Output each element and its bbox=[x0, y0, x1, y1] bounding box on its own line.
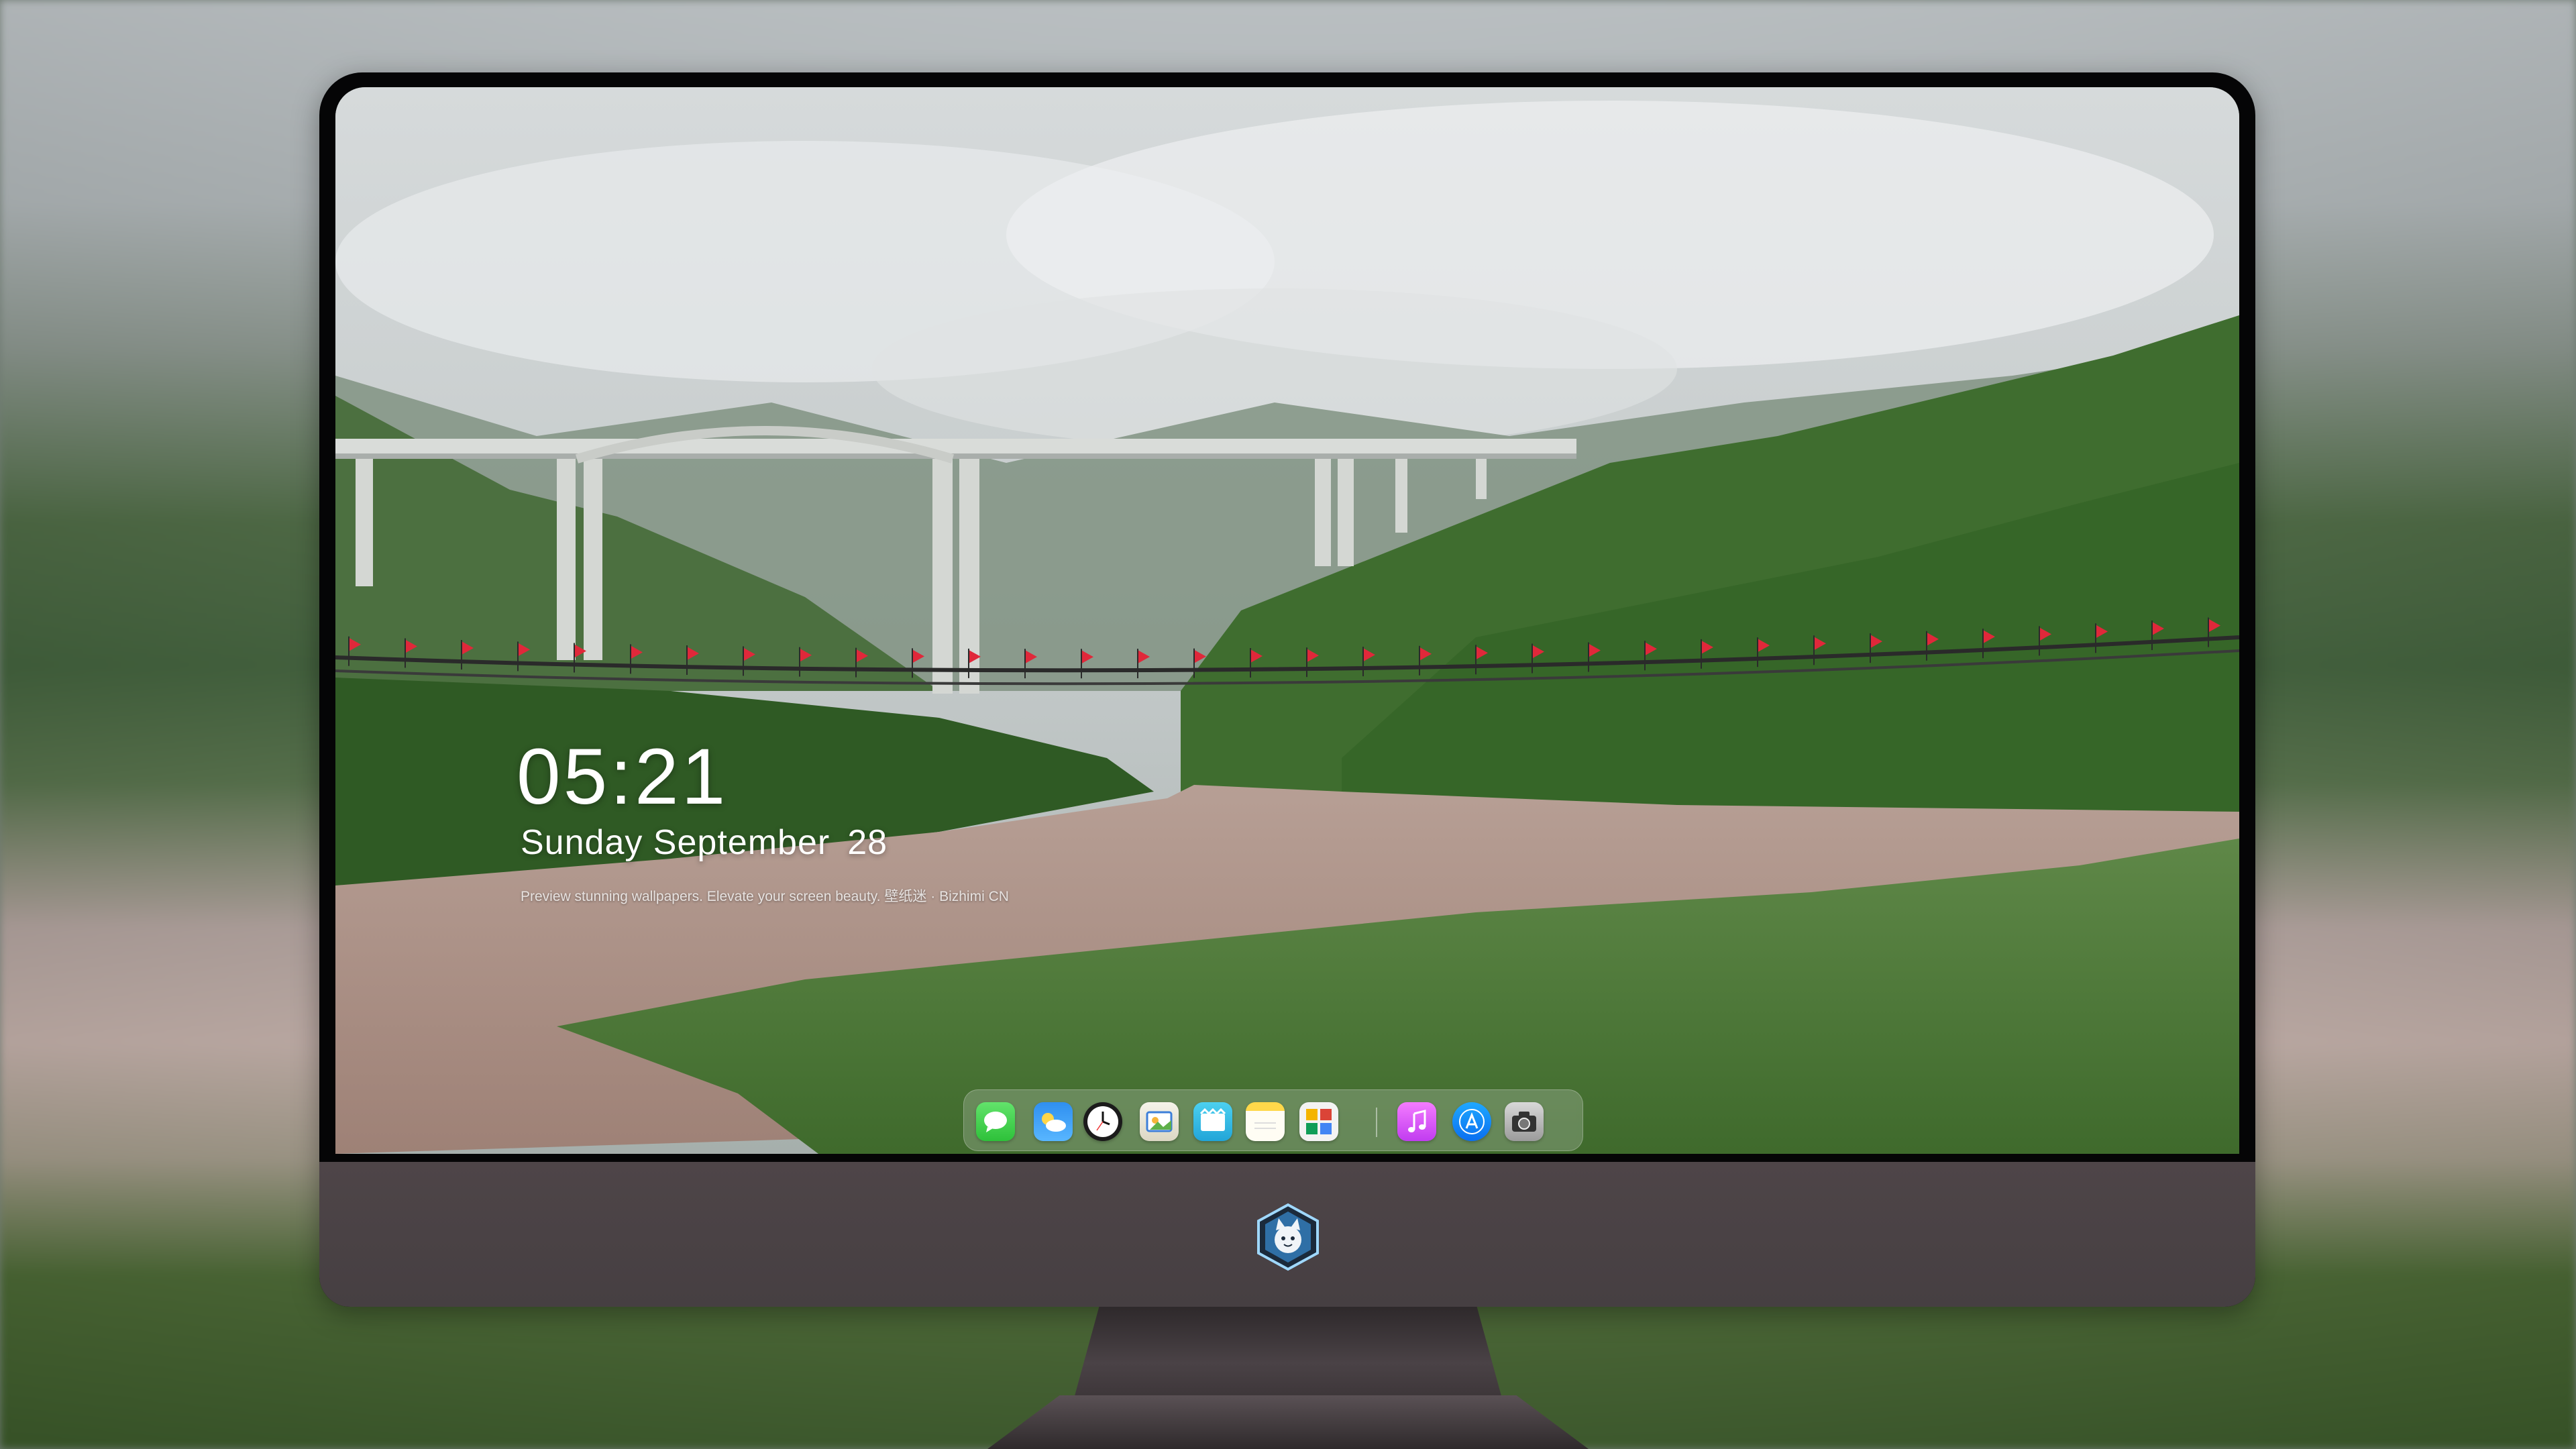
preview-icon[interactable] bbox=[1140, 1102, 1179, 1141]
photos-icon[interactable] bbox=[1299, 1102, 1338, 1141]
messages-icon[interactable] bbox=[976, 1102, 1015, 1141]
screen: 05:21 Sunday September 28 Preview stunnin… bbox=[335, 87, 2239, 1154]
monitor-stand-neck bbox=[1073, 1307, 1503, 1401]
cat-logo-icon bbox=[1253, 1202, 1323, 1272]
app-store-icon[interactable] bbox=[1452, 1102, 1491, 1141]
wallpaper-scene bbox=[335, 87, 2239, 1154]
notes-icon[interactable] bbox=[1246, 1102, 1285, 1141]
music-icon[interactable] bbox=[1397, 1102, 1436, 1141]
clips-icon[interactable] bbox=[1193, 1102, 1232, 1141]
day-number: 28 bbox=[847, 823, 888, 862]
weather-icon[interactable] bbox=[1034, 1102, 1073, 1141]
camera-icon[interactable] bbox=[1505, 1102, 1544, 1141]
wallpaper-tagline: Preview stunning wallpapers. Elevate you… bbox=[521, 889, 1009, 904]
dock-divider bbox=[1376, 1108, 1377, 1137]
lockscreen-date: Sunday September 28 bbox=[521, 822, 888, 863]
weekday-month: Sunday September bbox=[521, 823, 830, 862]
monitor-stand-base bbox=[987, 1395, 1589, 1449]
dock bbox=[963, 1089, 1583, 1151]
lockscreen-clock: 05:21 bbox=[517, 733, 729, 821]
clock-icon[interactable] bbox=[1083, 1102, 1122, 1141]
